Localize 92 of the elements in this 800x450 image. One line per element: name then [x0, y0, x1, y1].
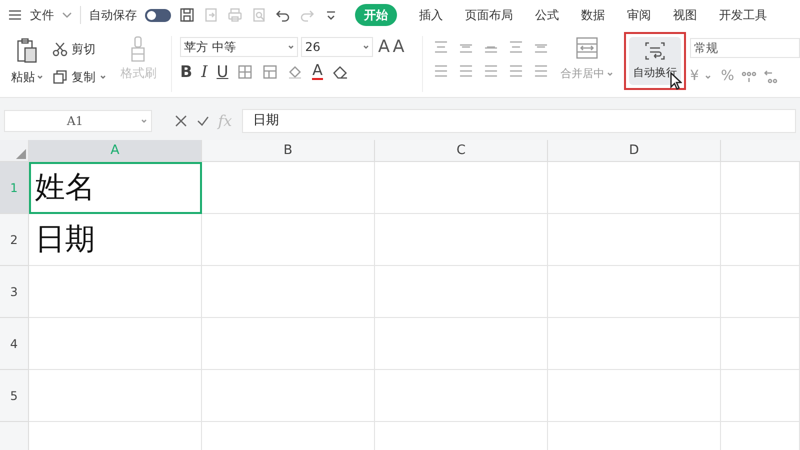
table-cell[interactable]: [375, 214, 548, 266]
column-header[interactable]: [721, 140, 800, 162]
table-cell[interactable]: [548, 370, 721, 422]
number-format-value: 常规: [694, 40, 718, 57]
paste-icon[interactable]: [16, 38, 38, 64]
column-header[interactable]: B: [202, 140, 375, 162]
scissors-icon[interactable]: [52, 41, 68, 57]
paste-button[interactable]: 粘贴: [10, 68, 35, 86]
number-format-field[interactable]: 常规: [690, 38, 800, 58]
copy-button[interactable]: 复制: [72, 68, 96, 86]
font-size-value: 26: [305, 39, 320, 56]
font-size-field[interactable]: 26: [301, 37, 374, 57]
cut-button[interactable]: 剪切: [72, 40, 96, 58]
table-cell[interactable]: [202, 370, 375, 422]
caret-icon[interactable]: [36, 74, 43, 80]
save-icon[interactable]: [179, 7, 195, 23]
cell-style-icon[interactable]: [262, 64, 278, 80]
underline-button[interactable]: U: [216, 64, 228, 80]
table-cell[interactable]: 日期: [29, 214, 202, 266]
check-icon[interactable]: [196, 114, 210, 128]
ribbon-tab[interactable]: 审阅: [627, 6, 651, 24]
ribbon-tab[interactable]: 开发工具: [719, 6, 767, 24]
caret-icon[interactable]: [704, 74, 711, 80]
caret-icon: [141, 118, 147, 124]
table-cell[interactable]: [721, 370, 800, 422]
caret-icon[interactable]: [100, 74, 106, 80]
caret-icon[interactable]: [606, 71, 613, 78]
chevron-down-icon[interactable]: [62, 11, 72, 19]
cancel-icon[interactable]: [174, 114, 188, 128]
name-box[interactable]: A1: [4, 110, 152, 132]
table-cell[interactable]: [202, 162, 375, 214]
ribbon-tab[interactable]: 数据: [581, 6, 605, 24]
menu-icon[interactable]: [8, 9, 22, 21]
copy-icon[interactable]: [52, 69, 68, 85]
row-header[interactable]: 4: [0, 318, 29, 370]
ribbon-tab[interactable]: 视图: [673, 6, 697, 24]
name-box-value: A1: [66, 113, 84, 130]
table-cell[interactable]: [202, 318, 375, 370]
fill-bucket-icon[interactable]: [287, 64, 304, 80]
table-cell[interactable]: [375, 266, 548, 318]
align-left-icon[interactable]: [433, 64, 450, 78]
font-name-value: 苹方 中等: [184, 39, 236, 56]
font-color-button[interactable]: A: [312, 63, 323, 80]
italic-button[interactable]: I: [201, 64, 208, 80]
shrink-font-button[interactable]: A: [392, 38, 404, 56]
table-cell[interactable]: [548, 318, 721, 370]
row-header[interactable]: 5: [0, 370, 29, 422]
autosave-toggle[interactable]: [145, 8, 171, 22]
wrap-text-icon: [644, 41, 666, 61]
column-header[interactable]: C: [375, 140, 548, 162]
grow-font-button[interactable]: A: [378, 38, 390, 56]
formula-value: 日期: [253, 112, 280, 130]
align-center-icon[interactable]: [458, 64, 474, 78]
table-cell[interactable]: [548, 162, 721, 214]
font-name-field[interactable]: 苹方 中等: [180, 37, 298, 57]
table-cell[interactable]: [548, 266, 721, 318]
decimal-icon[interactable]: [764, 68, 778, 84]
table-cell[interactable]: [721, 318, 800, 370]
caret-icon: [363, 44, 370, 50]
table-cell[interactable]: [29, 370, 202, 422]
table-cell[interactable]: 姓名: [29, 162, 202, 214]
table-cell[interactable]: [202, 214, 375, 266]
table-cell[interactable]: [29, 318, 202, 370]
table-cell[interactable]: [721, 162, 800, 214]
bold-button[interactable]: B: [180, 64, 192, 80]
ribbon-tab[interactable]: 插入: [419, 6, 443, 24]
caret-icon: [288, 44, 294, 50]
justify-icon[interactable]: [508, 64, 524, 78]
indent-decrease-icon[interactable]: [508, 40, 524, 54]
table-cell[interactable]: [721, 214, 800, 266]
row-header[interactable]: 3: [0, 266, 29, 318]
formula-field[interactable]: 日期: [242, 109, 796, 133]
table-cell[interactable]: [548, 214, 721, 266]
table-cell[interactable]: [375, 370, 548, 422]
file-menu[interactable]: 文件: [30, 6, 54, 24]
align-top-icon[interactable]: [433, 40, 450, 54]
paintbrush-icon[interactable]: [129, 36, 148, 62]
select-all-triangle-icon[interactable]: [16, 149, 26, 159]
row-header[interactable]: 2: [0, 214, 29, 266]
table-cell[interactable]: [375, 162, 548, 214]
eraser-icon[interactable]: [332, 64, 348, 80]
align-right-icon[interactable]: [483, 64, 500, 78]
table-cell[interactable]: [29, 266, 202, 318]
table-cell[interactable]: [721, 266, 800, 318]
distributed-icon[interactable]: [533, 64, 550, 78]
ribbon-tab[interactable]: 公式: [535, 6, 559, 24]
ribbon-tab[interactable]: 页面布局: [465, 6, 513, 24]
column-header[interactable]: D: [548, 140, 721, 162]
table-cell[interactable]: [202, 266, 375, 318]
autosave-label: 自动保存: [89, 7, 137, 24]
table-cell[interactable]: [375, 318, 548, 370]
borders-icon[interactable]: [237, 64, 254, 80]
